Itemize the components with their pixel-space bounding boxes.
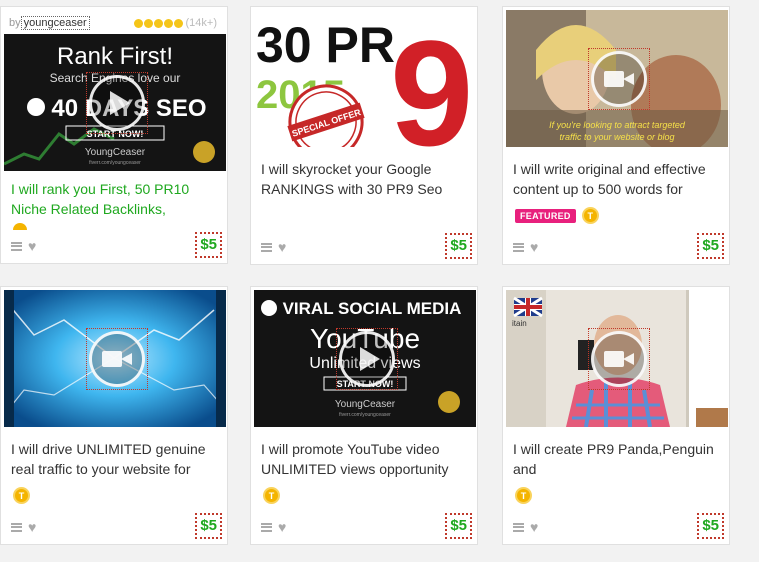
play-icon — [110, 91, 130, 115]
menu-icon[interactable] — [261, 522, 272, 532]
gig-thumbnail[interactable]: Rank First! Search Engines love our 40 D… — [4, 34, 226, 171]
thumb-caption1: If you're looking to attract targeted — [549, 120, 686, 130]
thumb-big1: 30 PR — [256, 17, 395, 73]
video-play-overlay[interactable] — [336, 328, 398, 390]
thumb-brand-sub: fiverr.com/youngceaser — [339, 412, 391, 418]
wall-text: itain — [512, 319, 527, 328]
top-rated-badge: T — [13, 487, 30, 504]
gig-badges: T — [263, 487, 280, 504]
gig-thumbnail[interactable] — [4, 290, 226, 427]
badge-icon — [13, 223, 27, 230]
thumb-headline: VIRAL SOCIAL MEDIA — [283, 299, 462, 318]
video-play-overlay[interactable] — [588, 328, 650, 390]
top-rated-badge: T — [263, 487, 280, 504]
heart-icon[interactable]: ♥ — [530, 520, 538, 534]
video-play-overlay[interactable] — [86, 328, 148, 390]
gig-title[interactable]: I will skyrocket your Google RANKINGS wi… — [261, 159, 471, 199]
thumb-brand: YoungCeaser — [85, 147, 146, 158]
gig-badges: FEATURED T — [515, 207, 599, 224]
price-button[interactable]: $5 — [195, 513, 222, 539]
heart-icon[interactable]: ♥ — [278, 520, 286, 534]
heart-icon[interactable]: ♥ — [28, 239, 36, 253]
menu-icon[interactable] — [11, 522, 22, 532]
rating-stars — [133, 18, 183, 28]
gig-title[interactable]: I will write original and effective cont… — [513, 159, 723, 199]
video-play-overlay[interactable] — [86, 72, 148, 134]
gig-card[interactable]: 30 PR 2015 9 SPECIAL OFFER I will skyroc… — [250, 6, 478, 265]
heart-icon[interactable]: ♥ — [28, 520, 36, 534]
gig-thumbnail[interactable]: itain — [506, 290, 728, 427]
thumb-caption2: traffic to your website or blog — [559, 132, 674, 142]
gig-tools: ♥ — [11, 239, 36, 253]
featured-badge: FEATURED — [515, 208, 576, 223]
thumb-brand-sub: fiverr.com/youngceaser — [89, 160, 141, 166]
menu-icon[interactable] — [513, 242, 524, 252]
price-button[interactable]: $5 — [195, 232, 222, 258]
rating-count: (14k+) — [185, 17, 218, 29]
thumb-headline: Rank First! — [57, 43, 173, 70]
menu-icon[interactable] — [11, 241, 22, 251]
gig-tools: ♥ — [261, 520, 286, 534]
gig-thumbnail[interactable]: VIRAL SOCIAL MEDIA YouTube Unlimited vie… — [254, 290, 476, 427]
video-play-overlay[interactable] — [588, 48, 650, 110]
price-button[interactable]: $5 — [697, 233, 724, 259]
thumb-big3: 9 — [390, 10, 473, 147]
seller-username-link[interactable]: youngceaser — [20, 16, 90, 30]
gig-tools: ♥ — [513, 240, 538, 254]
price-button[interactable]: $5 — [697, 513, 724, 539]
gig-card[interactable]: itain I will create PR9 Panda,Penguin an… — [502, 286, 730, 545]
gig-badges: T — [13, 487, 30, 504]
play-icon — [360, 347, 380, 371]
gig-title[interactable]: I will create PR9 Panda,Penguin and — [513, 439, 723, 479]
gig-card[interactable]: VIRAL SOCIAL MEDIA YouTube Unlimited vie… — [250, 286, 478, 545]
byline-prefix: by — [9, 17, 21, 29]
seller-rating: (14k+) — [133, 14, 218, 32]
gig-badges: T — [515, 487, 532, 504]
gig-thumbnail[interactable]: If you're looking to attract targeted tr… — [506, 10, 728, 147]
gig-card[interactable]: If you're looking to attract targeted tr… — [502, 6, 730, 265]
gig-thumbnail[interactable]: 30 PR 2015 9 SPECIAL OFFER — [254, 10, 476, 147]
gig-card[interactable]: by youngceaser (14k+) Rank First! Search … — [0, 6, 228, 264]
heart-icon[interactable]: ♥ — [530, 240, 538, 254]
gig-tools: ♥ — [261, 240, 286, 254]
gig-grid: by youngceaser (14k+) Rank First! Search … — [0, 0, 759, 562]
gig-card[interactable]: I will drive UNLIMITED genuine real traf… — [0, 286, 228, 545]
video-camera-icon — [604, 71, 634, 87]
thumb-brand: YoungCeaser — [335, 399, 396, 410]
video-camera-icon — [604, 351, 634, 367]
gig-tools: ♥ — [11, 520, 36, 534]
gig-title[interactable]: I will rank you First, 50 PR10 Niche Rel… — [11, 179, 221, 219]
menu-icon[interactable] — [513, 522, 524, 532]
gig-title[interactable]: I will drive UNLIMITED genuine real traf… — [11, 439, 221, 479]
heart-icon[interactable]: ♥ — [278, 240, 286, 254]
gig-tools: ♥ — [513, 520, 538, 534]
seller-byline: by youngceaser — [9, 14, 90, 32]
menu-icon[interactable] — [261, 242, 272, 252]
video-camera-icon — [102, 351, 132, 367]
top-rated-badge: T — [515, 487, 532, 504]
top-rated-badge: T — [581, 207, 599, 224]
gig-title[interactable]: I will promote YouTube video UNLIMITED v… — [261, 439, 471, 479]
price-button[interactable]: $5 — [445, 233, 472, 259]
price-button[interactable]: $5 — [445, 513, 472, 539]
